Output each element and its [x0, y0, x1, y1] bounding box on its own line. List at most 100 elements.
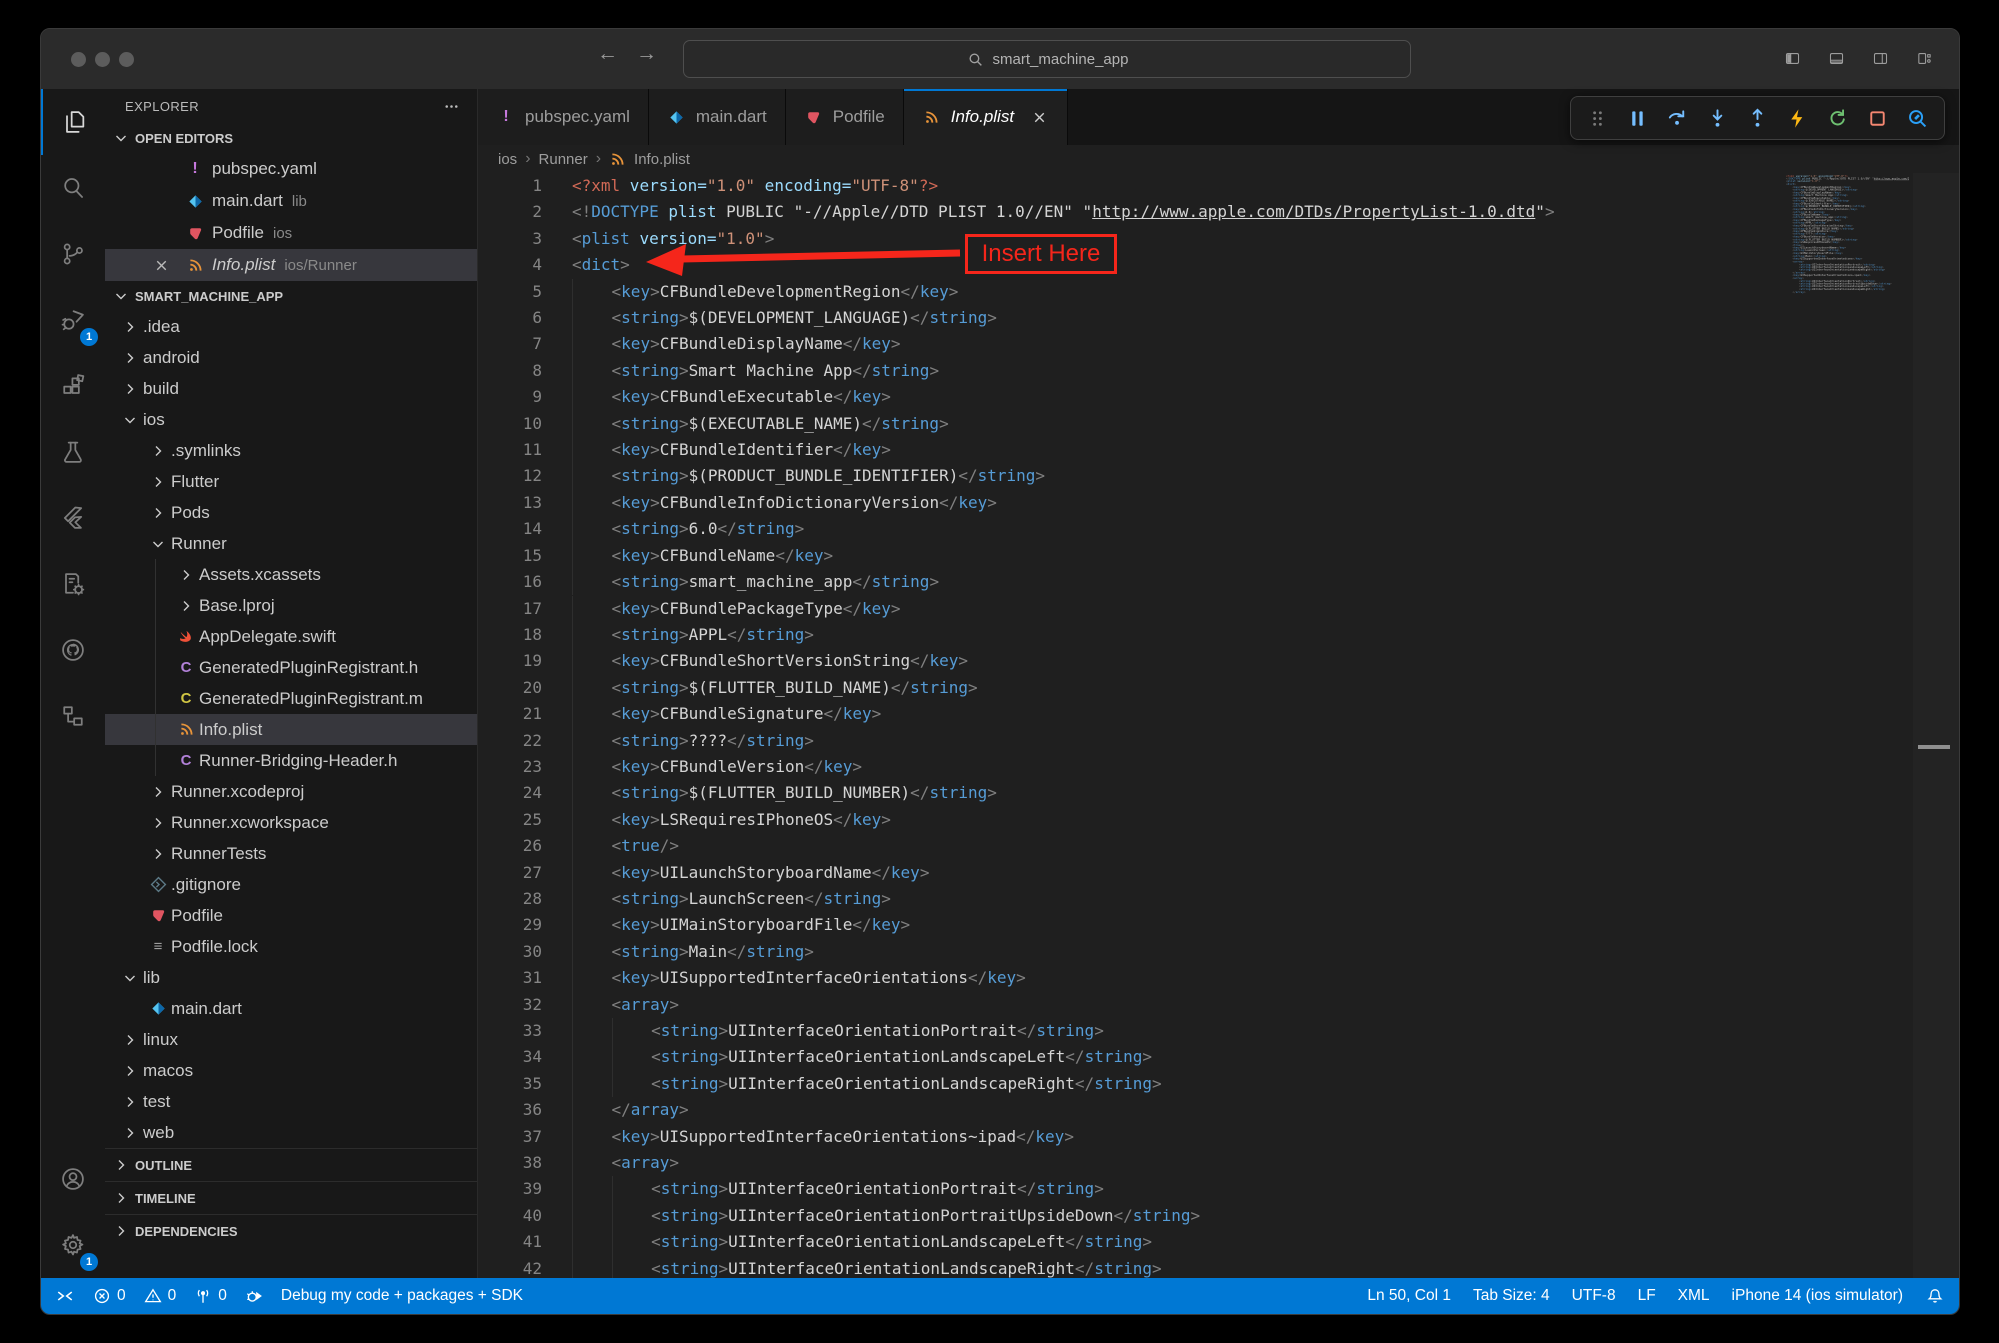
pause-button[interactable]: [1626, 107, 1649, 130]
tree-item-RunnerTests[interactable]: RunnerTests: [105, 838, 477, 869]
activity-item-testing[interactable]: [41, 419, 105, 485]
inspector-button[interactable]: [1906, 107, 1929, 130]
window-controls[interactable]: [71, 52, 134, 67]
code-editor[interactable]: 1<?xml version="1.0" encoding="UTF-8"?>2…: [478, 173, 1959, 1278]
restart-button[interactable]: [1826, 107, 1849, 130]
tree-item-Base.lproj[interactable]: Base.lproj: [105, 590, 477, 621]
step-out-button[interactable]: [1746, 107, 1769, 130]
tree-item-.symlinks[interactable]: .symlinks: [105, 435, 477, 466]
tree-item-.gitignore[interactable]: .gitignore: [105, 869, 477, 900]
open-editors-section[interactable]: OPEN EDITORS: [105, 123, 477, 153]
status-eol[interactable]: LF: [1638, 1287, 1656, 1305]
back-icon[interactable]: ←: [597, 42, 618, 66]
activity-item-search[interactable]: [41, 155, 105, 221]
forward-icon[interactable]: →: [636, 42, 657, 66]
tree-item-test[interactable]: test: [105, 1086, 477, 1117]
section-outline[interactable]: OUTLINE: [105, 1148, 477, 1181]
close-icon[interactable]: [1029, 107, 1049, 127]
step-over-button[interactable]: [1666, 107, 1689, 130]
open-editor-Info.plist[interactable]: Info.plistios/Runner: [105, 249, 477, 281]
status-tab-size[interactable]: Tab Size: 4: [1473, 1287, 1550, 1305]
layout-panel-icon[interactable]: [1824, 46, 1849, 71]
close-window-button[interactable]: [71, 52, 86, 67]
maximize-window-button[interactable]: [119, 52, 134, 67]
overview-ruler[interactable]: [1913, 173, 1959, 1278]
open-editor-Podfile[interactable]: Podfileios: [105, 217, 477, 249]
more-actions-icon[interactable]: [441, 96, 461, 116]
drag-grip[interactable]: [1586, 107, 1609, 130]
hot-reload-button[interactable]: [1786, 107, 1809, 130]
layout-sidebar-left-icon[interactable]: [1780, 46, 1805, 71]
search-input[interactable]: smart_machine_app: [683, 40, 1411, 78]
status-debug-config[interactable]: Debug my code + packages + SDK: [281, 1287, 523, 1305]
breadcrumb-item-Info.plist[interactable]: Info.plist: [634, 151, 690, 168]
tree-item-web[interactable]: web: [105, 1117, 477, 1148]
tree-item-android[interactable]: android: [105, 342, 477, 373]
status-encoding[interactable]: UTF-8: [1572, 1287, 1616, 1305]
activity-item-accounts[interactable]: [41, 1146, 105, 1212]
open-editor-pubspec.yaml[interactable]: !pubspec.yaml: [105, 153, 477, 185]
status-debug-launch[interactable]: [244, 1286, 264, 1306]
tree-item-ios[interactable]: ios: [105, 404, 477, 435]
tree-item-Podfile.lock[interactable]: ≡Podfile.lock: [105, 931, 477, 962]
tree-item-main.dart[interactable]: main.dart: [105, 993, 477, 1024]
status-notifications[interactable]: [1925, 1286, 1945, 1306]
tab-Podfile[interactable]: Podfile: [786, 89, 904, 145]
status-errors-count[interactable]: 0: [92, 1286, 126, 1306]
activity-item-flutter[interactable]: [41, 485, 105, 551]
tree-item-Runner-Bridging-Header.h[interactable]: CRunner-Bridging-Header.h: [105, 745, 477, 776]
activity-item-explorer[interactable]: [41, 89, 105, 155]
close-icon[interactable]: [151, 255, 171, 275]
tree-item-.idea[interactable]: .idea: [105, 311, 477, 342]
activity-item-references[interactable]: [41, 683, 105, 749]
section-dependencies[interactable]: DEPENDENCIES: [105, 1214, 477, 1247]
status-warnings-count[interactable]: 0: [143, 1286, 177, 1306]
breadcrumb-item-Runner[interactable]: Runner: [539, 151, 588, 168]
stop-button[interactable]: [1866, 107, 1889, 130]
tree-item-GeneratedPluginRegistrant.h[interactable]: CGeneratedPluginRegistrant.h: [105, 652, 477, 683]
layout-customize-icon[interactable]: [1912, 46, 1937, 71]
minimap[interactable]: <?xml version="1.0" encoding="UTF-8"?><!…: [1786, 175, 1909, 335]
open-editor-main.dart[interactable]: main.dartlib: [105, 185, 477, 217]
code-line: 22<string>????</string>: [478, 728, 1959, 754]
activity-item-extensions[interactable]: [41, 353, 105, 419]
breadcrumb-item-ios[interactable]: ios: [498, 151, 517, 168]
activity-item-run-debug[interactable]: 1: [41, 287, 105, 353]
status-ports-count[interactable]: 0: [193, 1286, 227, 1306]
minimize-window-button[interactable]: [95, 52, 110, 67]
line-number: 36: [478, 1097, 542, 1123]
activity-item-settings[interactable]: 1: [41, 1212, 105, 1278]
status-device-selector[interactable]: iPhone 14 (ios simulator): [1732, 1287, 1903, 1305]
tree-item-Runner[interactable]: Runner: [105, 528, 477, 559]
status-cursor-position[interactable]: Ln 50, Col 1: [1367, 1287, 1451, 1305]
activity-item-github[interactable]: [41, 617, 105, 683]
status-remote-indicator[interactable]: [55, 1286, 75, 1306]
tree-item-GeneratedPluginRegistrant.m[interactable]: CGeneratedPluginRegistrant.m: [105, 683, 477, 714]
tree-item-linux[interactable]: linux: [105, 1024, 477, 1055]
activity-item-source-control[interactable]: [41, 221, 105, 287]
tree-item-Podfile[interactable]: Podfile: [105, 900, 477, 931]
tree-item-Pods[interactable]: Pods: [105, 497, 477, 528]
tree-item-Info.plist[interactable]: Info.plist: [105, 714, 477, 745]
indent-guide: [572, 463, 612, 489]
tree-item-Runner.xcodeproj[interactable]: Runner.xcodeproj: [105, 776, 477, 807]
line-content: <key>UILaunchStoryboardName</key>: [542, 860, 929, 886]
tree-item-Flutter[interactable]: Flutter: [105, 466, 477, 497]
tree-item-lib[interactable]: lib: [105, 962, 477, 993]
tree-item-label: GeneratedPluginRegistrant.h: [199, 658, 418, 678]
tab-pubspec.yaml[interactable]: !pubspec.yaml: [478, 89, 649, 145]
tree-item-macos[interactable]: macos: [105, 1055, 477, 1086]
tree-item-Runner.xcworkspace[interactable]: Runner.xcworkspace: [105, 807, 477, 838]
tree-item-AppDelegate.swift[interactable]: AppDelegate.swift: [105, 621, 477, 652]
tree-item-build[interactable]: build: [105, 373, 477, 404]
project-section[interactable]: SMART_MACHINE_APP: [105, 281, 477, 311]
layout-sidebar-right-icon[interactable]: [1868, 46, 1893, 71]
section-timeline[interactable]: TIMELINE: [105, 1181, 477, 1214]
step-into-button[interactable]: [1706, 107, 1729, 130]
status-language-mode[interactable]: XML: [1678, 1287, 1710, 1305]
breadcrumb[interactable]: ios›Runner›Info.plist: [478, 145, 1959, 173]
activity-item-project-runner[interactable]: [41, 551, 105, 617]
tab-Info.plist[interactable]: Info.plist: [904, 89, 1068, 145]
tab-main.dart[interactable]: main.dart: [649, 89, 786, 145]
tree-item-Assets.xcassets[interactable]: Assets.xcassets: [105, 559, 477, 590]
